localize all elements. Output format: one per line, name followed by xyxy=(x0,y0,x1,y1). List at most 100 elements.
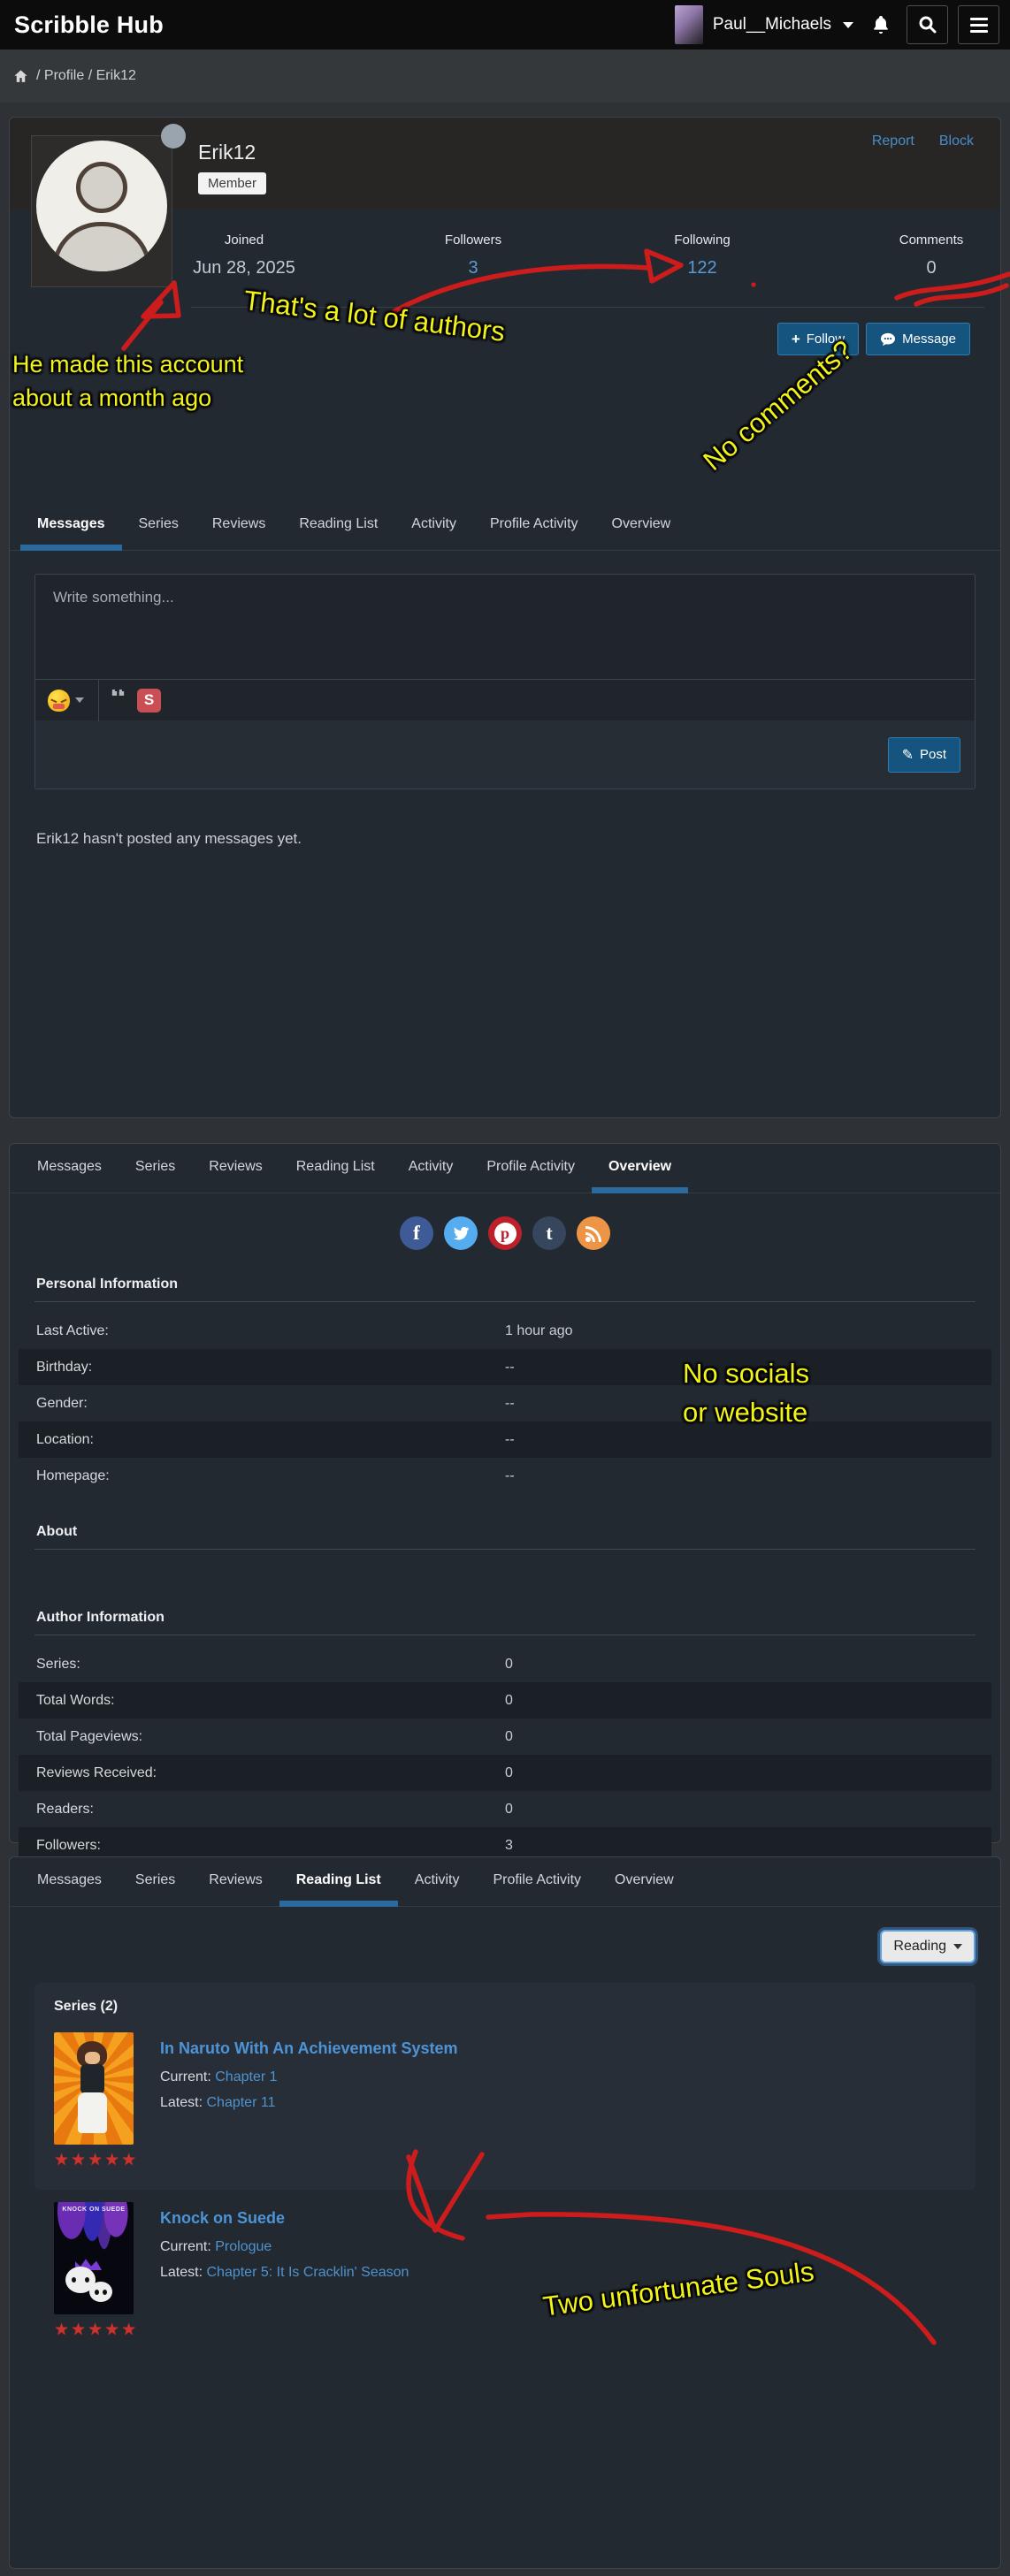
tab-reviews[interactable]: Reviews xyxy=(195,501,282,550)
pinterest-icon[interactable]: p xyxy=(488,1216,522,1250)
tab-overview[interactable]: Overview xyxy=(598,1857,691,1906)
stat-value[interactable]: 122 xyxy=(649,258,755,278)
tab-reviews[interactable]: Reviews xyxy=(192,1857,279,1906)
stat-followers: Followers3 xyxy=(420,232,526,278)
info-row: Gender:-- xyxy=(19,1385,991,1421)
info-label: Series: xyxy=(19,1657,505,1673)
home-icon[interactable] xyxy=(12,68,29,85)
username-menu[interactable]: Paul__Michaels xyxy=(713,15,831,34)
tab-series[interactable]: Series xyxy=(119,1144,192,1193)
stat-value[interactable]: 3 xyxy=(420,258,526,278)
tab-profile-activity[interactable]: Profile Activity xyxy=(473,501,595,550)
tab-reviews[interactable]: Reviews xyxy=(192,1144,279,1193)
stat-joined: Joined Jun 28, 2025 xyxy=(191,232,297,278)
tab-series[interactable]: Series xyxy=(122,501,195,550)
info-label: Followers: xyxy=(19,1838,505,1854)
series-title-link[interactable]: Knock on Suede xyxy=(160,2209,409,2228)
online-status-dot xyxy=(161,124,186,149)
current-chapter-link[interactable]: Chapter 1 xyxy=(215,2069,277,2084)
info-row: Reviews Received:0 xyxy=(19,1755,991,1791)
info-value: -- xyxy=(505,1432,991,1448)
info-row: Readers:0 xyxy=(19,1791,991,1827)
tab-messages[interactable]: Messages xyxy=(20,1857,119,1906)
twitter-icon[interactable] xyxy=(444,1216,478,1250)
tab-messages[interactable]: Messages xyxy=(20,501,122,550)
stat-comments: Comments0 xyxy=(878,232,984,278)
tab-activity[interactable]: Activity xyxy=(394,501,473,550)
info-value: -- xyxy=(505,1396,991,1412)
tab-overview[interactable]: Overview xyxy=(595,501,688,550)
latest-chapter-link[interactable]: Chapter 11 xyxy=(206,2095,275,2110)
post-button[interactable]: ✎ Post xyxy=(888,737,960,773)
composer-textarea[interactable] xyxy=(35,575,975,679)
block-link[interactable]: Block xyxy=(939,133,974,149)
report-link[interactable]: Report xyxy=(872,133,914,149)
tab-reading-list[interactable]: Reading List xyxy=(279,1144,392,1193)
tab-profile-activity[interactable]: Profile Activity xyxy=(470,1144,592,1193)
emoji-picker-button[interactable] xyxy=(48,690,84,712)
about-heading: About xyxy=(36,1524,1000,1540)
tab-overview[interactable]: Overview xyxy=(592,1144,688,1193)
current-chapter-line: Current: Prologue xyxy=(160,2239,409,2255)
info-value: 0 xyxy=(505,1657,991,1673)
star-rating: ★★★★★ xyxy=(54,2320,135,2340)
info-row: Homepage:-- xyxy=(19,1458,991,1494)
search-button[interactable] xyxy=(907,5,948,44)
reading-list-card: MessagesSeriesReviewsReading ListActivit… xyxy=(9,1856,1001,2569)
info-row: Location:-- xyxy=(19,1421,991,1458)
pencil-icon: ✎ xyxy=(902,746,914,764)
profile-avatar[interactable] xyxy=(31,135,172,287)
series-count-header: Series (2) xyxy=(34,1983,976,2020)
site-logo[interactable]: Scribble Hub xyxy=(14,11,164,39)
reading-list-filter-select[interactable]: Reading xyxy=(880,1930,976,1963)
current-chapter-link[interactable]: Prologue xyxy=(215,2239,272,2254)
info-row: Total Pageviews:0 xyxy=(19,1719,991,1755)
latest-chapter-line: Latest: Chapter 11 xyxy=(160,2095,458,2111)
series-title-link[interactable]: In Naruto With An Achievement System xyxy=(160,2039,458,2058)
latest-chapter-link[interactable]: Chapter 5: It Is Cracklin' Season xyxy=(206,2265,409,2280)
emoji-icon xyxy=(48,690,70,712)
default-avatar-icon xyxy=(36,141,167,271)
spoiler-button[interactable]: S xyxy=(137,689,161,713)
series-cover-image[interactable]: KNOCK ON SUEDE xyxy=(54,2202,134,2314)
hamburger-menu-icon xyxy=(970,18,988,33)
tab-profile-activity[interactable]: Profile Activity xyxy=(476,1857,598,1906)
personal-info-heading: Personal Information xyxy=(36,1277,1000,1292)
star-rating: ★★★★★ xyxy=(54,2150,135,2170)
series-cover-image[interactable] xyxy=(54,2032,134,2145)
tab-messages[interactable]: Messages xyxy=(20,1144,119,1193)
notifications-bell-icon[interactable] xyxy=(870,14,891,35)
profile-tabbar: MessagesSeriesReviewsReading ListActivit… xyxy=(10,501,1000,551)
info-value: 1 hour ago xyxy=(505,1323,991,1339)
rss-icon[interactable] xyxy=(577,1216,610,1250)
tab-series[interactable]: Series xyxy=(119,1857,192,1906)
info-row: Birthday:-- xyxy=(19,1349,991,1385)
member-badge: Member xyxy=(198,172,266,194)
tab-reading-list[interactable]: Reading List xyxy=(279,1857,398,1906)
info-label: Birthday: xyxy=(19,1360,505,1376)
overview-card: MessagesSeriesReviewsReading ListActivit… xyxy=(9,1143,1001,1843)
chevron-down-icon xyxy=(75,697,84,703)
message-composer: “ S ✎ Post xyxy=(34,574,976,789)
quote-icon[interactable]: “ xyxy=(110,690,126,711)
stat-label: Following xyxy=(649,232,755,248)
info-label: Gender: xyxy=(19,1396,505,1412)
tab-activity[interactable]: Activity xyxy=(392,1144,471,1193)
breadcrumb: / Profile / Erik12 xyxy=(0,50,1010,103)
main-menu-button[interactable] xyxy=(958,5,999,44)
stat-value: 0 xyxy=(878,258,984,278)
message-button[interactable]: Message xyxy=(866,323,970,355)
personal-info-table: Last Active:1 hour agoBirthday:--Gender:… xyxy=(19,1313,991,1494)
breadcrumb-path[interactable]: / Profile / Erik12 xyxy=(36,68,136,84)
info-value: -- xyxy=(505,1360,991,1376)
chevron-down-icon[interactable] xyxy=(843,22,853,28)
tab-reading-list[interactable]: Reading List xyxy=(282,501,394,550)
tab-activity[interactable]: Activity xyxy=(398,1857,477,1906)
stat-label: Joined xyxy=(191,232,297,248)
user-avatar[interactable] xyxy=(675,5,703,44)
follow-button[interactable]: + Follow xyxy=(777,323,859,355)
facebook-icon[interactable]: f xyxy=(400,1216,433,1250)
tumblr-icon[interactable]: t xyxy=(532,1216,566,1250)
stat-value: Jun 28, 2025 xyxy=(191,258,297,278)
no-messages-text: Erik12 hasn't posted any messages yet. xyxy=(36,830,1000,848)
